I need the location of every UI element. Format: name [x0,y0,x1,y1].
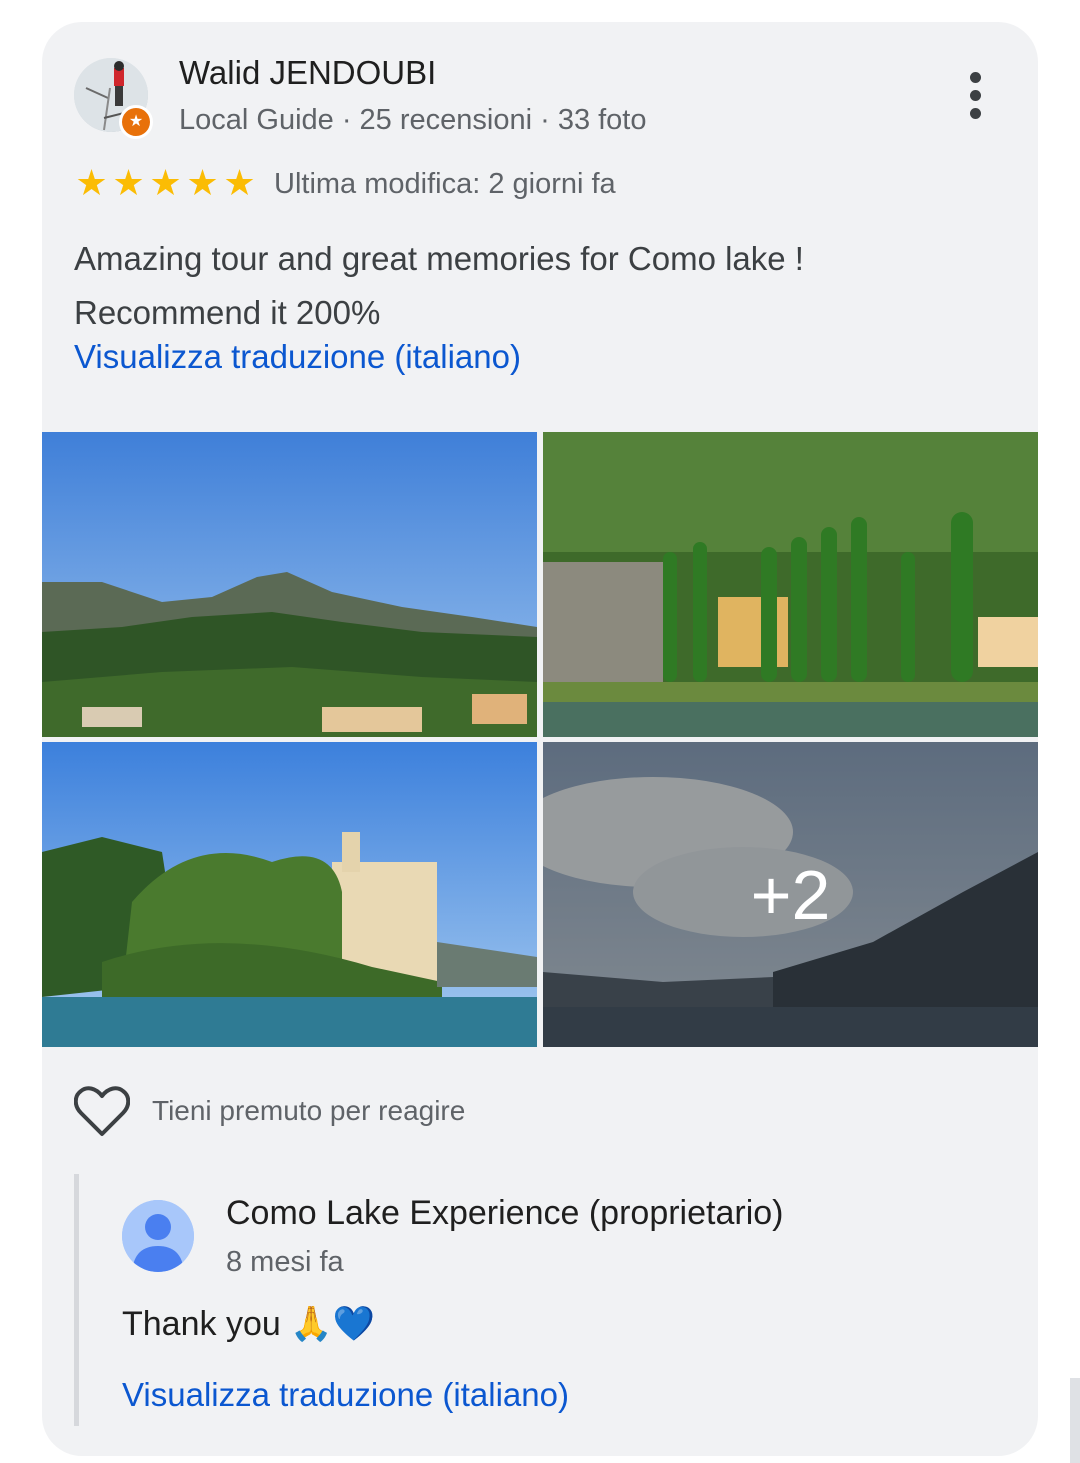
review-card: ★ Walid JENDOUBI Local Guide · 25 recens… [42,22,1038,1456]
star-icon: ★ [149,162,182,203]
reply-divider [74,1174,79,1426]
react-hint: Tieni premuto per reagire [152,1095,466,1126]
author-meta: Local Guide · 25 recensioni · 33 foto [179,104,647,136]
star-icon: ★ [223,162,256,203]
more-vert-icon [969,72,981,83]
review-photo-2[interactable] [543,432,1038,737]
owner-avatar[interactable] [122,1200,194,1272]
review-photo-more[interactable]: +2 [543,742,1038,1047]
star-icon: ★ [112,162,145,203]
more-photos-count: +2 [543,742,1038,1047]
more-options-button[interactable] [957,72,993,122]
owner-reply-text: Thank you 🙏💙 [122,1305,375,1343]
owner-reply-timestamp: 8 mesi fa [226,1246,344,1278]
local-guide-star-icon: ★ [119,105,153,139]
scrollbar[interactable] [1070,1378,1080,1463]
heart-outline-icon[interactable] [74,1086,130,1138]
owner-view-translation-link[interactable]: Visualizza traduzione (italiano) [122,1376,569,1414]
star-rating: ★ ★ ★ ★ ★ [74,165,257,201]
star-icon: ★ [186,162,219,203]
owner-name: Como Lake Experience (proprietario) [226,1194,784,1232]
default-profile-icon [122,1200,194,1272]
review-photo-1[interactable] [42,432,537,737]
author-name[interactable]: Walid JENDOUBI [179,54,436,92]
review-photo-3[interactable] [42,742,537,1047]
edited-timestamp: Ultima modifica: 2 giorni fa [274,168,616,200]
star-icon: ★ [75,162,108,203]
review-text: Amazing tour and great memories for Como… [74,240,804,331]
view-translation-link[interactable]: Visualizza traduzione (italiano) [74,338,521,376]
